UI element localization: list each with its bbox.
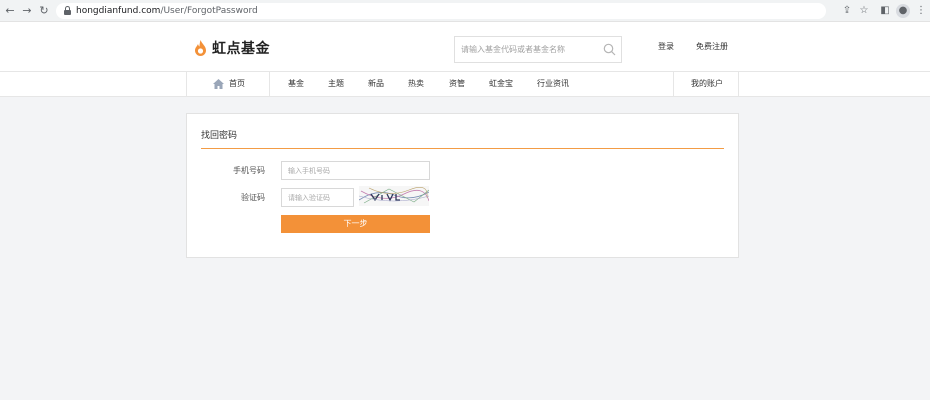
- nav-item-news[interactable]: 行业资讯: [537, 78, 569, 89]
- logo-text: 虹点基金: [212, 41, 270, 57]
- nav-item-themes[interactable]: 主题: [328, 78, 344, 89]
- search-box: [454, 36, 622, 63]
- star-icon[interactable]: ☆: [857, 4, 871, 18]
- nav-item-hongjinbao[interactable]: 虹金宝: [489, 78, 513, 89]
- page-title: 找回密码: [201, 131, 238, 141]
- site-header: 虹点基金 登录 免费注册: [0, 22, 930, 72]
- nav-item-home[interactable]: 首页: [187, 72, 270, 97]
- forward-icon[interactable]: →: [20, 4, 34, 18]
- nav-frame: 首页 基金 主题 新品 热卖 资管 虹金宝 行业资讯 我的账户: [186, 72, 739, 97]
- nav-home-label: 首页: [229, 79, 245, 88]
- nav-item-account[interactable]: 我的账户: [673, 72, 739, 97]
- login-link[interactable]: 登录: [658, 41, 674, 52]
- reload-icon[interactable]: ↻: [37, 4, 51, 18]
- home-icon: [213, 79, 224, 89]
- captcha-label: 验证码: [241, 193, 265, 202]
- captcha-input[interactable]: [281, 188, 354, 207]
- main-nav: 首页 基金 主题 新品 热卖 资管 虹金宝 行业资讯 我的账户: [0, 72, 930, 97]
- address-bar[interactable]: hongdianfund.com/User/ForgotPassword: [56, 3, 826, 19]
- nav-item-asset-mgmt[interactable]: 资管: [449, 78, 465, 89]
- captcha-image[interactable]: [359, 186, 429, 206]
- phone-label: 手机号码: [233, 166, 265, 175]
- search-icon[interactable]: [603, 43, 616, 56]
- logo[interactable]: 虹点基金: [193, 38, 270, 58]
- nav-item-new[interactable]: 新品: [368, 78, 384, 89]
- url-text: hongdianfund.com/User/ForgotPassword: [76, 6, 258, 16]
- search-input[interactable]: [455, 37, 595, 62]
- register-link[interactable]: 免费注册: [696, 41, 728, 52]
- menu-icon[interactable]: ⋮: [914, 4, 928, 18]
- share-icon[interactable]: ⇪: [840, 4, 854, 18]
- flame-icon: [195, 39, 206, 56]
- lock-icon: [64, 6, 71, 15]
- forgot-password-card: 找回密码 手机号码 验证码 下一步: [186, 113, 739, 258]
- title-divider: [201, 148, 724, 149]
- browser-toolbar: ← → ↻ hongdianfund.com/User/ForgotPasswo…: [0, 0, 930, 22]
- nav-account-label: 我的账户: [691, 79, 723, 88]
- nav-item-funds[interactable]: 基金: [288, 78, 304, 89]
- back-icon[interactable]: ←: [3, 4, 17, 18]
- profile-icon[interactable]: ●: [896, 4, 910, 18]
- sidepanel-icon[interactable]: ◧: [878, 4, 892, 18]
- next-step-button[interactable]: 下一步: [281, 215, 430, 233]
- nav-item-hot[interactable]: 热卖: [408, 78, 424, 89]
- phone-input[interactable]: [281, 161, 430, 180]
